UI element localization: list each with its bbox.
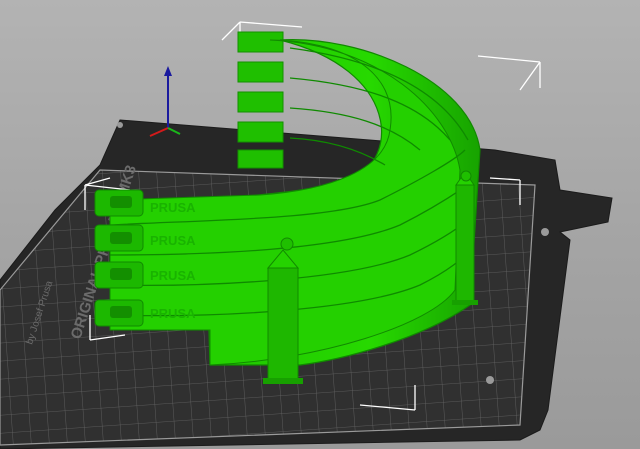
z-axis-arrow-icon xyxy=(164,66,172,76)
scene-canvas[interactable]: ORIGINAL PRUSA i3 MK3 by Josef Prusa PRU… xyxy=(0,0,640,449)
3d-viewport[interactable]: ORIGINAL PRUSA i3 MK3 by Josef Prusa PRU… xyxy=(0,0,640,449)
emboss-text-3: PRUSA xyxy=(150,268,196,283)
emboss-text-1: PRUSA xyxy=(150,200,196,215)
support-pillar-right xyxy=(452,170,478,305)
emboss-text-4: PRUSA xyxy=(150,306,196,321)
emboss-text-2: PRUSA xyxy=(150,233,196,248)
